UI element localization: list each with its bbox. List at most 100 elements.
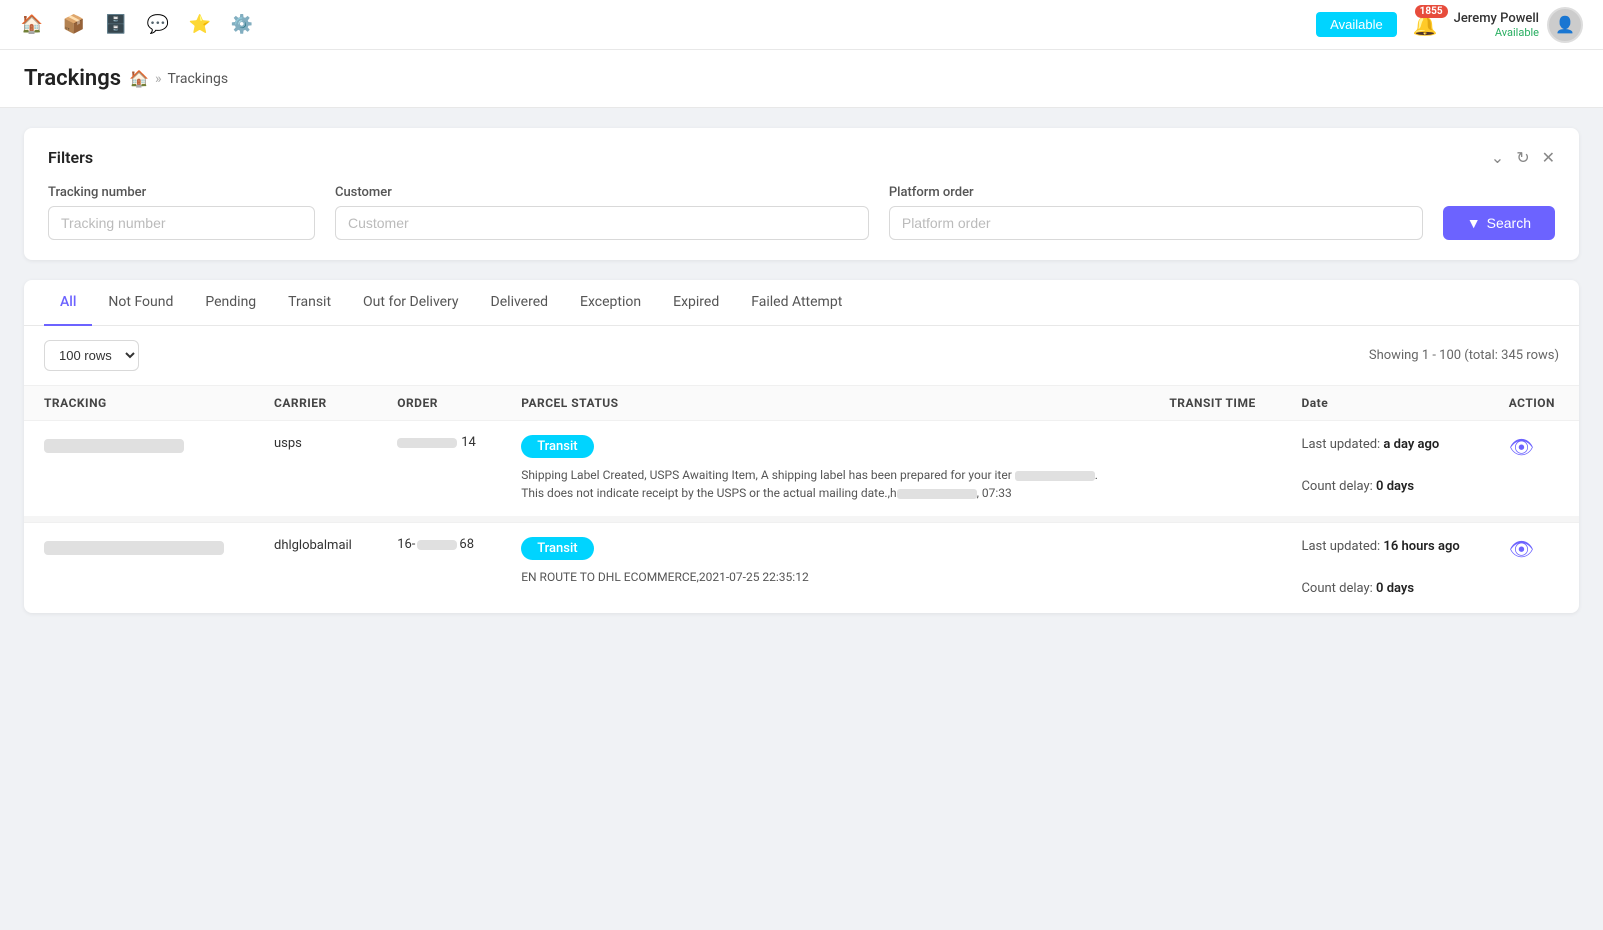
parcel-status-cell: Transit EN ROUTE TO DHL ECOMMERCE,2021-0…: [501, 523, 1149, 614]
carrier-name: dhlglobalmail: [274, 538, 352, 553]
tracking-cell: [24, 421, 254, 520]
last-updated-val: 16 hours ago: [1383, 539, 1459, 554]
platform-order-label: Platform order: [889, 185, 1423, 200]
order-blur: [417, 540, 457, 550]
page-header: Trackings 🏠 » Trackings: [0, 50, 1603, 108]
close-icon[interactable]: ✕: [1542, 148, 1555, 167]
order-cell: 14: [377, 421, 501, 520]
filters-fields: Tracking number Customer Platform order …: [48, 185, 1555, 240]
tab-transit[interactable]: Transit: [272, 280, 347, 326]
date-cell: Last updated: a day ago Count delay: 0 d…: [1281, 421, 1488, 520]
status-badge: Transit: [521, 537, 593, 560]
tab-all[interactable]: All: [44, 280, 92, 326]
search-button[interactable]: ▼ Search: [1443, 206, 1555, 240]
comment-icon[interactable]: 💬: [146, 13, 170, 37]
col-order: ORDER: [377, 386, 501, 421]
page-title: Trackings: [24, 66, 121, 91]
platform-order-input[interactable]: [889, 206, 1423, 240]
archive-icon[interactable]: 🗄️: [104, 13, 128, 37]
tracking-number-group: Tracking number: [48, 185, 315, 240]
filters-title: Filters: [48, 148, 93, 167]
view-icon[interactable]: 👁: [1509, 435, 1534, 459]
col-transit-time: TRANSIT TIME: [1149, 386, 1281, 421]
tab-out-for-delivery[interactable]: Out for Delivery: [347, 280, 475, 326]
customer-label: Customer: [335, 185, 869, 200]
refresh-icon[interactable]: ↻: [1516, 148, 1529, 167]
order-prefix: 16-: [397, 537, 415, 552]
date-info: Last updated: a day ago Count delay: 0 d…: [1301, 435, 1468, 497]
box-icon[interactable]: 📦: [62, 13, 86, 37]
date-info: Last updated: 16 hours ago Count delay: …: [1301, 537, 1468, 599]
status-badge: Transit: [521, 435, 593, 458]
filters-actions: ⌄ ↻ ✕: [1491, 148, 1555, 167]
carrier-name: usps: [274, 436, 302, 451]
order-cell: 16- 68: [377, 523, 501, 614]
date-cell: Last updated: 16 hours ago Count delay: …: [1281, 523, 1488, 614]
col-date: Date: [1281, 386, 1488, 421]
user-area[interactable]: Jeremy Powell Available 👤: [1454, 7, 1583, 43]
notification-bell[interactable]: 🔔 1855: [1413, 13, 1438, 37]
status-button[interactable]: Available: [1316, 12, 1397, 37]
nav-right: Available 🔔 1855 Jeremy Powell Available…: [1316, 7, 1583, 43]
count-delay-val: 0 days: [1376, 581, 1414, 596]
tracking-number-input[interactable]: [48, 206, 315, 240]
breadcrumb-separator: »: [155, 71, 162, 87]
order-number: 14: [461, 435, 476, 450]
tab-exception[interactable]: Exception: [564, 280, 657, 326]
notification-badge: 1855: [1415, 5, 1448, 18]
order-blur: [397, 438, 457, 448]
filters-panel: Filters ⌄ ↻ ✕ Tracking number Customer P…: [24, 128, 1579, 260]
action-cell: 👁: [1489, 523, 1579, 614]
customer-group: Customer: [335, 185, 869, 240]
tabs-row: All Not Found Pending Transit Out for De…: [24, 280, 1579, 326]
user-name: Jeremy Powell: [1454, 11, 1539, 26]
desc-blur-2: [897, 489, 977, 499]
search-button-label: Search: [1487, 215, 1531, 231]
showing-info: Showing 1 - 100 (total: 345 rows): [1369, 348, 1559, 363]
tab-failed-attempt[interactable]: Failed Attempt: [735, 280, 858, 326]
count-delay-val: 0 days: [1376, 479, 1414, 494]
col-parcel-status: PARCEL STATUS: [501, 386, 1149, 421]
col-action: ACTION: [1489, 386, 1579, 421]
customer-input[interactable]: [335, 206, 869, 240]
top-navigation: 🏠 📦 🗄️ 💬 ⭐ ⚙️ Available 🔔 1855 Jeremy Po…: [0, 0, 1603, 50]
parcel-status-cell: Transit Shipping Label Created, USPS Awa…: [501, 421, 1149, 520]
tab-expired[interactable]: Expired: [657, 280, 735, 326]
tracking-cell: [24, 523, 254, 614]
rows-select[interactable]: 100 rows: [44, 340, 139, 371]
home-icon[interactable]: 🏠: [20, 13, 44, 37]
star-icon[interactable]: ⭐: [188, 13, 212, 37]
col-carrier: CARRIER: [254, 386, 377, 421]
data-table: TRACKING CARRIER ORDER PARCEL STATUS TRA…: [24, 385, 1579, 613]
main-content: Filters ⌄ ↻ ✕ Tracking number Customer P…: [0, 108, 1603, 633]
gear-icon[interactable]: ⚙️: [230, 13, 254, 37]
view-icon[interactable]: 👁: [1509, 537, 1534, 561]
breadcrumb-current: Trackings: [168, 71, 229, 87]
breadcrumb: 🏠 » Trackings: [129, 69, 228, 88]
filters-header: Filters ⌄ ↻ ✕: [48, 148, 1555, 167]
avatar: 👤: [1547, 7, 1583, 43]
filter-icon: ▼: [1467, 215, 1481, 231]
tracking-number-label: Tracking number: [48, 185, 315, 200]
platform-order-group: Platform order: [889, 185, 1423, 240]
desc-blur-1: [1015, 471, 1095, 481]
tracking-redacted: [44, 541, 224, 555]
table-controls: 100 rows Showing 1 - 100 (total: 345 row…: [24, 326, 1579, 385]
table-row: dhlglobalmail 16- 68 Transit EN ROUTE TO…: [24, 523, 1579, 614]
parcel-description: Shipping Label Created, USPS Awaiting It…: [521, 466, 1101, 502]
nav-icons: 🏠 📦 🗄️ 💬 ⭐ ⚙️: [20, 13, 254, 37]
col-tracking: TRACKING: [24, 386, 254, 421]
carrier-cell: dhlglobalmail: [254, 523, 377, 614]
carrier-cell: usps: [254, 421, 377, 520]
collapse-icon[interactable]: ⌄: [1491, 148, 1504, 167]
tab-delivered[interactable]: Delivered: [475, 280, 564, 326]
breadcrumb-home-icon[interactable]: 🏠: [129, 69, 149, 88]
tab-not-found[interactable]: Not Found: [92, 280, 189, 326]
last-updated-val: a day ago: [1383, 437, 1439, 452]
user-status: Available: [1454, 26, 1539, 39]
order-suffix: 68: [459, 537, 474, 552]
table-row: usps 14 Transit Shipping Label Created, …: [24, 421, 1579, 520]
table-section: All Not Found Pending Transit Out for De…: [24, 280, 1579, 613]
tab-pending[interactable]: Pending: [189, 280, 272, 326]
user-info: Jeremy Powell Available: [1454, 11, 1539, 39]
